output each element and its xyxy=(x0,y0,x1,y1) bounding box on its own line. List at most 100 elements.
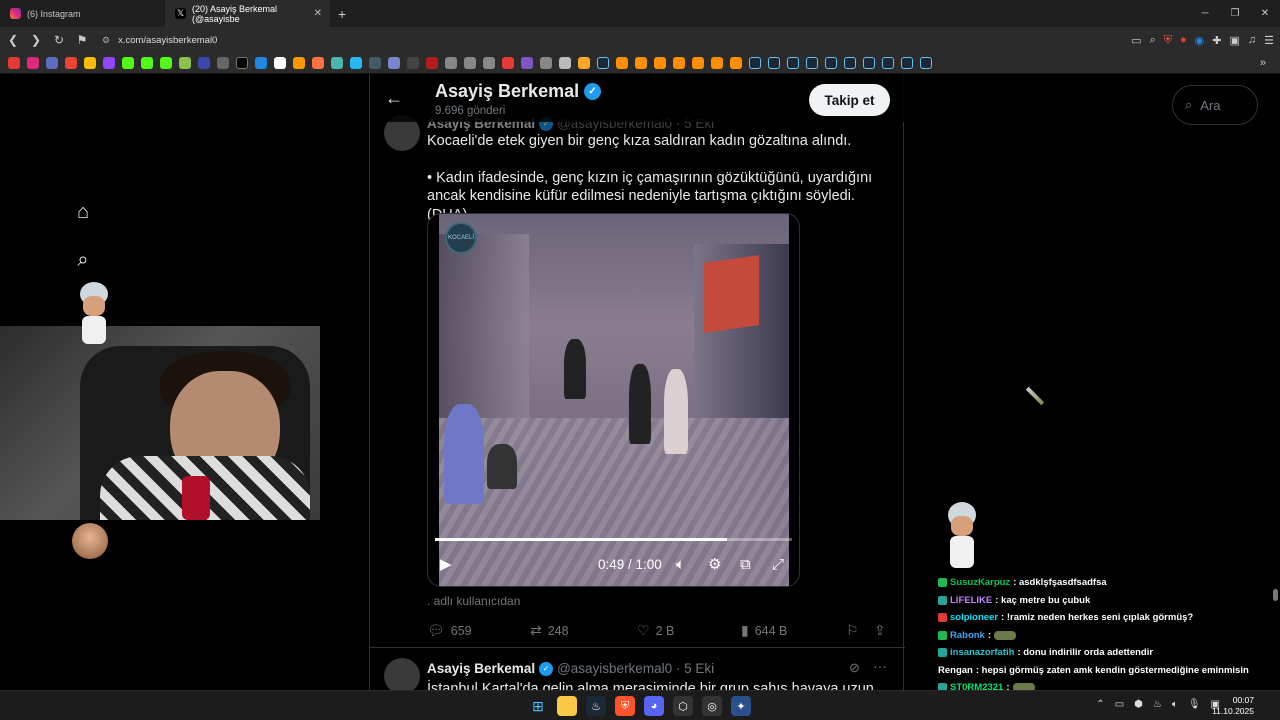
extension-icon[interactable]: ● xyxy=(1180,34,1187,46)
cast-icon[interactable]: ▭ xyxy=(1131,34,1141,47)
back-icon[interactable]: ❮ xyxy=(3,33,23,47)
menu-icon[interactable]: ☰ xyxy=(1264,34,1274,47)
bookmark-steam-icon[interactable] xyxy=(597,57,609,69)
bookmark-steam-icon[interactable] xyxy=(787,57,799,69)
bookmark-steam-icon[interactable] xyxy=(825,57,837,69)
scrollbar-thumb[interactable] xyxy=(1273,589,1278,601)
bookmark-steam-icon[interactable] xyxy=(768,57,780,69)
bookmark-icon[interactable] xyxy=(692,57,704,69)
close-window-icon[interactable]: ✕ xyxy=(1250,0,1280,27)
bookmark-twitch-icon[interactable] xyxy=(103,57,115,69)
bookmark-icon[interactable] xyxy=(521,57,533,69)
bookmark-icon[interactable] xyxy=(559,57,571,69)
bookmark-steam-icon[interactable] xyxy=(920,57,932,69)
bookmark-icon[interactable] xyxy=(274,57,286,69)
tweet[interactable]: Asayiş Berkemal ✓ @asayisberkemal0 · 5 E… xyxy=(370,110,905,658)
bookmark-x-icon[interactable] xyxy=(236,57,248,69)
bookmark-kick-icon[interactable] xyxy=(141,57,153,69)
bookmark-steam-icon[interactable] xyxy=(844,57,856,69)
more-options-icon[interactable]: ··· xyxy=(873,658,887,674)
pip-icon[interactable]: ⧉ xyxy=(740,556,751,573)
bookmark-steam-icon[interactable] xyxy=(863,57,875,69)
bookmark-steam-icon[interactable] xyxy=(882,57,894,69)
new-tab-button[interactable]: + xyxy=(338,6,346,22)
page-scrollbar[interactable] xyxy=(1271,74,1280,690)
volume-icon[interactable]: 🔈︎ xyxy=(676,556,685,573)
tweet-avatar[interactable] xyxy=(384,658,420,690)
bookmark-icon[interactable]: ⚑ xyxy=(72,33,92,47)
play-icon[interactable]: ▶ xyxy=(440,555,452,573)
bookmark-kick-icon[interactable] xyxy=(122,57,134,69)
maximize-icon[interactable]: ❐ xyxy=(1220,0,1250,27)
app-icon[interactable]: ⬡ xyxy=(673,696,693,716)
bookmark-kick-icon[interactable] xyxy=(160,57,172,69)
file-explorer-icon[interactable] xyxy=(557,696,577,716)
extension-icon[interactable]: ◉ xyxy=(1195,34,1205,47)
bookmark-instagram-icon[interactable] xyxy=(27,57,39,69)
bookmark-icon[interactable] xyxy=(540,57,552,69)
bookmark-amazon-icon[interactable] xyxy=(293,57,305,69)
bookmark-icon[interactable] xyxy=(217,57,229,69)
tweet[interactable]: Asayiş Berkemal ✓ @asayisberkemal0 · 5 E… xyxy=(370,648,905,690)
bookmark-icon[interactable] xyxy=(350,57,362,69)
volume-icon[interactable]: 🔈︎ xyxy=(1172,699,1178,710)
app-icon[interactable]: ✦ xyxy=(731,696,751,716)
zoom-icon[interactable]: ⌕ xyxy=(1150,34,1156,47)
bookmark-icon[interactable] xyxy=(635,57,647,69)
battery-icon[interactable]: ▭ xyxy=(1115,699,1124,710)
bookmark-icon[interactable] xyxy=(673,57,685,69)
video-frame[interactable]: KOCAELİ xyxy=(439,214,789,586)
reply-button[interactable]: 💬︎ 659 xyxy=(427,622,472,639)
bookmark-icon[interactable] xyxy=(407,57,419,69)
bookmark-icon[interactable] xyxy=(502,57,514,69)
bookmark-icon[interactable] xyxy=(483,57,495,69)
bookmark-drive-icon[interactable] xyxy=(84,57,96,69)
minimize-icon[interactable]: ─ xyxy=(1190,0,1220,27)
forward-icon[interactable]: ❯ xyxy=(26,33,46,47)
bookmark-icon[interactable] xyxy=(255,57,267,69)
bookmark-icon[interactable] xyxy=(654,57,666,69)
extensions-puzzle-icon[interactable]: ✚ xyxy=(1212,34,1221,47)
steam-icon[interactable]: ♨ xyxy=(586,696,606,716)
bookmark-icon[interactable] xyxy=(179,57,191,69)
media-attribution[interactable]: . adlı kullanıcıdan xyxy=(427,594,520,608)
bookmark-gmail-icon[interactable] xyxy=(65,57,77,69)
tray-app-icon[interactable]: ⬢ xyxy=(1134,699,1143,710)
app-icon[interactable]: ◎ xyxy=(702,696,722,716)
bookmark-icon[interactable] xyxy=(445,57,457,69)
tray-overflow-icon[interactable]: ⌃ xyxy=(1096,699,1104,710)
brave-shield-icon[interactable]: ⛨ xyxy=(1164,34,1172,47)
bookmark-icon[interactable] xyxy=(312,57,324,69)
mic-icon[interactable]: 🎙︎ xyxy=(1188,699,1201,710)
close-tab-icon[interactable]: ✕ xyxy=(314,8,322,19)
discord-icon[interactable]: ◕ xyxy=(644,696,664,716)
tab-x-profile[interactable]: 𝕏 (20) Asayiş Berkemal (@asayisbe ✕ xyxy=(165,0,330,27)
bookmark-icon[interactable] xyxy=(711,57,723,69)
home-icon[interactable]: ⌂ xyxy=(70,199,96,225)
explore-search-icon[interactable]: ⌕ xyxy=(70,247,96,273)
follow-button[interactable]: Takip et xyxy=(809,84,890,116)
bookmark-icon[interactable] xyxy=(426,57,438,69)
tab-instagram[interactable]: (6) Instagram xyxy=(0,0,165,27)
media-icon[interactable]: ♫ xyxy=(1248,34,1256,46)
bookmark-icon[interactable] xyxy=(198,57,210,69)
bookmark-icon[interactable] xyxy=(464,57,476,69)
share-button[interactable]: ⇪ xyxy=(874,622,886,639)
bookmark-icon[interactable] xyxy=(331,57,343,69)
back-arrow-icon[interactable]: ← xyxy=(385,88,403,109)
tray-steam-icon[interactable]: ♨ xyxy=(1153,699,1162,710)
repost-button[interactable]: ⇄ 248 xyxy=(530,622,569,639)
brave-browser-icon[interactable]: ⛨ xyxy=(615,696,635,716)
video-progress-bar[interactable] xyxy=(435,538,792,541)
url-field[interactable]: ⚙ x.com/asayisberkemal0 xyxy=(102,30,1102,50)
sidebar-icon[interactable]: ▣ xyxy=(1229,34,1239,47)
tweet-handle[interactable]: @asayisberkemal0 · 5 Eki xyxy=(557,661,714,676)
reload-icon[interactable]: ↻ xyxy=(49,33,69,47)
bookmark-icon[interactable] xyxy=(369,57,381,69)
views-button[interactable]: ▮ 644 B xyxy=(741,622,787,639)
fullscreen-icon[interactable]: ⤢ xyxy=(772,556,784,573)
bookmark-steam-icon[interactable] xyxy=(901,57,913,69)
tweet-author-name[interactable]: Asayiş Berkemal xyxy=(427,661,535,676)
site-info-icon[interactable]: ⚙ xyxy=(102,35,110,46)
bookmark-icon[interactable] xyxy=(388,57,400,69)
